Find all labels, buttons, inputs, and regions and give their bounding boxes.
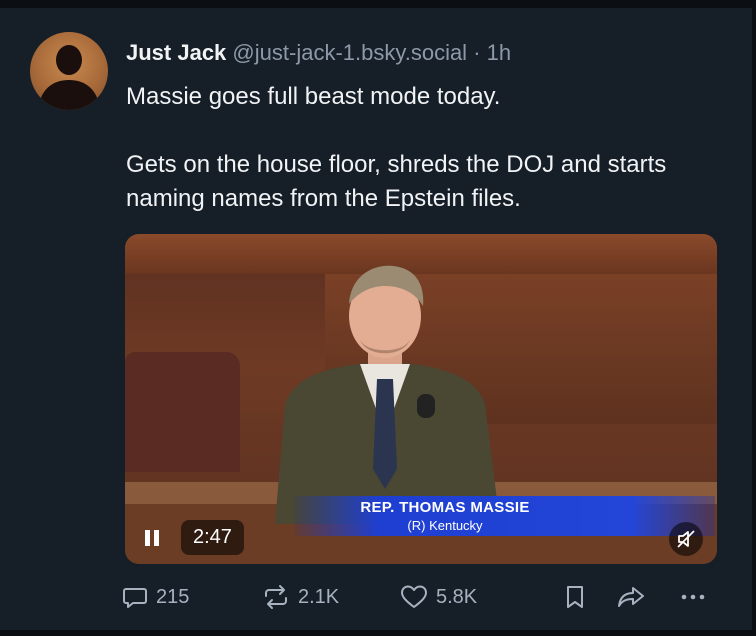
video-controls: 2:47 bbox=[135, 520, 244, 555]
avatar[interactable] bbox=[30, 32, 108, 110]
person-silhouette-icon bbox=[38, 45, 100, 110]
bookmark-icon bbox=[567, 586, 583, 608]
ellipsis-icon bbox=[681, 594, 705, 600]
frame-edge-bottom bbox=[0, 630, 756, 636]
lower-third-banner: REP. THOMAS MASSIE (R) Kentucky bbox=[295, 496, 715, 536]
speech-bubble-icon bbox=[123, 588, 147, 608]
video-duration: 2:47 bbox=[181, 520, 244, 555]
bookmark-button[interactable] bbox=[564, 584, 586, 610]
post-card[interactable]: Just Jack @just-jack-1.bsky.social · 1h … bbox=[0, 8, 756, 628]
reply-button[interactable]: 215 bbox=[122, 584, 189, 610]
frame-edge-right bbox=[752, 0, 756, 636]
lower-third-title: REP. THOMAS MASSIE bbox=[360, 499, 530, 516]
pause-button[interactable] bbox=[135, 521, 169, 555]
microphone bbox=[417, 394, 435, 418]
like-count: 5.8K bbox=[436, 585, 478, 608]
post-text: Massie goes full beast mode today. Gets … bbox=[126, 80, 726, 216]
post-header: Just Jack @just-jack-1.bsky.social · 1h bbox=[126, 40, 511, 66]
top-bar bbox=[0, 0, 756, 8]
author-handle[interactable]: @just-jack-1.bsky.social bbox=[232, 40, 467, 65]
separator-dot: · bbox=[473, 40, 481, 65]
heart-icon bbox=[401, 585, 427, 608]
more-options-button[interactable] bbox=[678, 584, 708, 610]
speaker-figure bbox=[275, 265, 500, 524]
author-name[interactable]: Just Jack bbox=[126, 40, 226, 65]
repost-button[interactable]: 2.1K bbox=[262, 584, 339, 610]
post-text-line2: Gets on the house floor, shreds the DOJ … bbox=[126, 151, 667, 212]
post-text-line1: Massie goes full beast mode today. bbox=[126, 83, 501, 110]
like-button[interactable]: 5.8K bbox=[400, 584, 477, 610]
repost-count: 2.1K bbox=[298, 585, 340, 608]
repost-arrows-icon bbox=[265, 585, 287, 609]
chair bbox=[125, 352, 240, 472]
reply-count: 215 bbox=[156, 585, 190, 608]
lower-third-subtitle: (R) Kentucky bbox=[407, 518, 483, 533]
speaker-muted-icon bbox=[677, 530, 695, 548]
mute-button[interactable] bbox=[669, 522, 703, 556]
pause-icon bbox=[145, 529, 159, 546]
share-arrow-icon bbox=[618, 587, 644, 607]
share-button[interactable] bbox=[616, 584, 646, 610]
video-player[interactable]: REP. THOMAS MASSIE (R) Kentucky 2:47 bbox=[125, 234, 717, 564]
post-time[interactable]: 1h bbox=[487, 40, 511, 65]
post-actions: 215 2.1K 5.8K bbox=[122, 584, 722, 620]
